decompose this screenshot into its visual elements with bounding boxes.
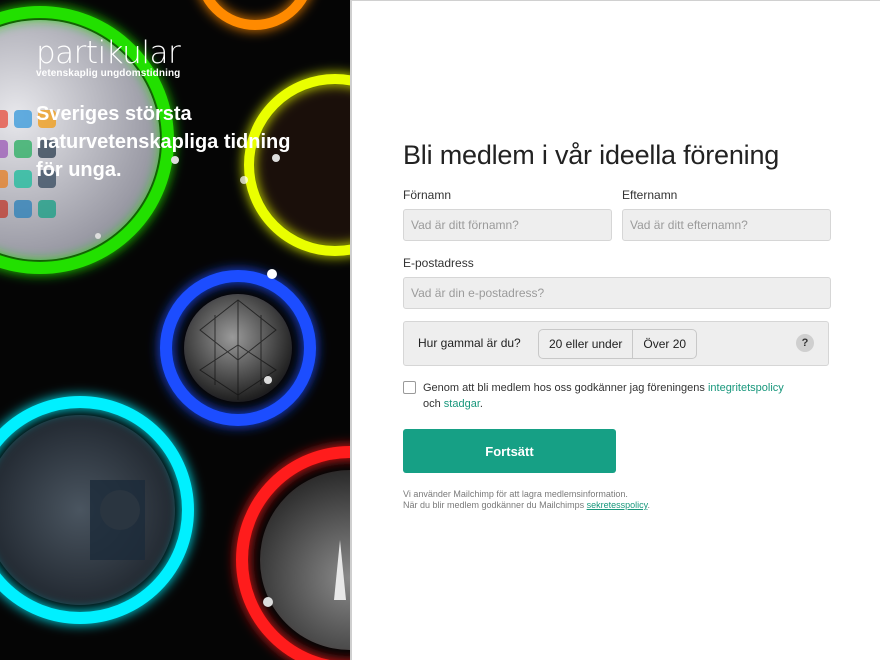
- help-icon[interactable]: ?: [796, 334, 814, 352]
- bylaws-link[interactable]: stadgar: [444, 398, 480, 410]
- last-name-label: Efternamn: [622, 188, 678, 202]
- form-title: Bli medlem i vår ideella förening: [403, 140, 780, 170]
- hero-panel: partikular vetenskaplig ungdomstidning S…: [0, 0, 350, 660]
- panel-divider: [350, 0, 352, 660]
- age-selector: Hur gammal är du? 20 eller under Över 20…: [403, 321, 829, 366]
- age-option-over-20[interactable]: Över 20: [632, 330, 696, 358]
- top-border: [352, 0, 880, 1]
- footnote-line-2: När du blir medlem godkänner du Mailchim…: [403, 500, 831, 511]
- footnote-line-1: Vi använder Mailchimp för att lagra medl…: [403, 489, 628, 499]
- age-option-20-or-under[interactable]: 20 eller under: [539, 330, 632, 358]
- last-name-input[interactable]: [622, 209, 831, 241]
- lab-photo: [0, 415, 175, 605]
- privacy-policy-link[interactable]: integritetspolicy: [708, 382, 784, 394]
- first-name-label: Förnamn: [403, 188, 452, 202]
- mailchimp-privacy-link[interactable]: sekretesspolicy: [587, 500, 648, 510]
- first-name-group: Förnamn: [403, 188, 612, 241]
- last-name-group: Efternamn: [622, 188, 831, 241]
- footnote-period: .: [647, 500, 650, 510]
- mailchimp-notice: Vi använder Mailchimp för att lagra medl…: [403, 489, 831, 511]
- email-input[interactable]: [403, 277, 831, 309]
- consent-text-after: .: [479, 398, 483, 410]
- email-group: E-postadress: [403, 256, 831, 309]
- orange-ring: [203, 0, 307, 30]
- signup-form: Bli medlem i vår ideella förening Förnam…: [403, 140, 831, 510]
- age-segmented-control: 20 eller under Över 20: [538, 329, 698, 359]
- age-label: Hur gammal är du?: [418, 336, 521, 350]
- consent-text-middle: och: [423, 398, 444, 410]
- hero-background-art: [0, 0, 350, 660]
- brand-logo[interactable]: partikular vetenskaplig ungdomstidning: [36, 35, 181, 79]
- consent-text: Genom att bli medlem hos oss godkänner j…: [423, 380, 831, 412]
- brand-tagline: vetenskaplig ungdomstidning: [36, 68, 181, 79]
- shuttle-photo: [260, 470, 350, 650]
- consent-row: Genom att bli medlem hos oss godkänner j…: [403, 380, 831, 412]
- name-row: Förnamn Efternamn: [403, 188, 831, 248]
- consent-text-before: Genom att bli medlem hos oss godkänner j…: [423, 382, 708, 394]
- continue-button[interactable]: Fortsätt: [403, 429, 616, 473]
- hero-headline: Sveriges största naturvetenskapliga tidn…: [36, 103, 291, 181]
- first-name-input[interactable]: [403, 209, 612, 241]
- brand-name: partikular: [36, 35, 181, 71]
- consent-checkbox[interactable]: [403, 381, 416, 394]
- footnote-text: När du blir medlem godkänner du Mailchim…: [403, 500, 587, 510]
- email-label: E-postadress: [403, 256, 474, 270]
